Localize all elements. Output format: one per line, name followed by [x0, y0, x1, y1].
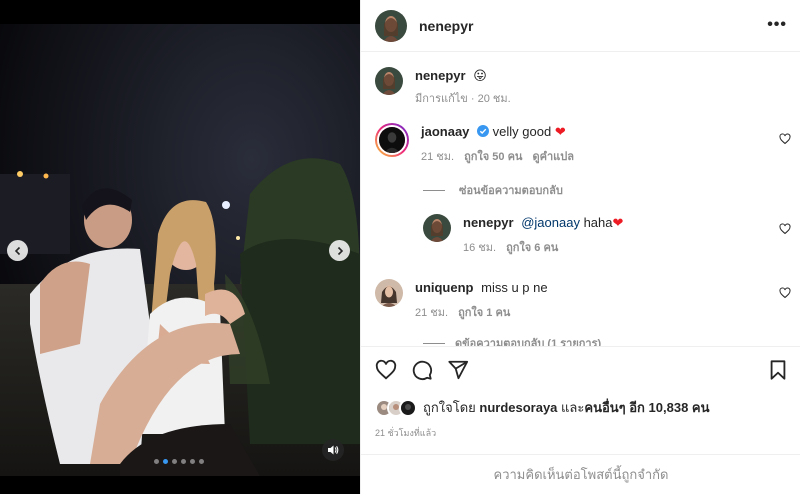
comment-likes[interactable]: ถูกใจ 50 คน: [464, 147, 522, 165]
avatar: [399, 398, 417, 417]
caption-emoji: 😛: [473, 68, 487, 83]
comment-text: velly good: [492, 124, 552, 139]
see-translation-link[interactable]: ดูคำแปล: [532, 147, 574, 165]
caption-edited-meta: มีการแก้ไข · 20 ชม.: [415, 93, 511, 105]
chevron-left-icon: [14, 246, 20, 255]
hide-replies-label: ซ่อนข้อความตอบกลับ: [459, 185, 563, 197]
carousel-dot: [190, 459, 195, 464]
speaker-icon: [328, 445, 339, 455]
liker-username[interactable]: nurdesoraya: [479, 400, 557, 415]
caption-row: nenepyr 😛 มีการแก้ไข · 20 ชม.: [375, 67, 511, 107]
likes-middle: และ: [561, 400, 585, 415]
carousel-dot: [181, 459, 186, 464]
comment-like-button[interactable]: [779, 133, 791, 145]
reply-text: haha: [583, 215, 613, 230]
post-author-username[interactable]: nenepyr: [419, 18, 473, 34]
carousel-dot: [199, 459, 204, 464]
comment-button[interactable]: [411, 359, 433, 384]
comment-username[interactable]: uniquenp: [415, 280, 474, 295]
comment-time: 21 ชม.: [415, 307, 449, 319]
save-button[interactable]: [767, 359, 789, 384]
comments-list: nenepyr 😛 มีการแก้ไข · 20 ชม. jaonaay ve…: [361, 53, 800, 346]
reply-heart-emoji: ❤: [612, 215, 624, 230]
hide-replies-button[interactable]: ซ่อนข้อความตอบกลับ: [423, 181, 563, 199]
heart-icon: [779, 223, 791, 235]
reply-likes[interactable]: ถูกใจ 6 คน: [506, 238, 558, 256]
comment-username[interactable]: jaonaay: [421, 124, 469, 139]
post-header: nenepyr •••: [361, 0, 800, 52]
more-options-button[interactable]: •••: [767, 16, 787, 34]
reply-item: nenepyr @jaonaay haha❤ 16 ชม. ถูกใจ 6 คน: [423, 214, 623, 256]
sound-toggle-button[interactable]: [322, 439, 344, 461]
carousel-next-button[interactable]: [329, 240, 350, 261]
heart-icon: [375, 359, 397, 380]
bookmark-icon: [770, 360, 786, 380]
other-likers-link[interactable]: คนอื่นๆ อีก 10,838 คน: [584, 400, 709, 415]
comments-limited-notice: ความคิดเห็นต่อโพสต์นี้ถูกจำกัด: [361, 454, 800, 494]
comment-icon: [412, 360, 433, 381]
reply-like-button[interactable]: [779, 223, 791, 235]
reply-username[interactable]: nenepyr: [463, 215, 514, 230]
divider: [423, 342, 445, 344]
carousel-prev-button[interactable]: [7, 240, 28, 261]
comment-text: miss u p ne: [481, 280, 548, 295]
view-replies-label: ดูข้อความตอบกลับ (1 รายการ): [455, 338, 602, 346]
heart-icon: [779, 287, 791, 299]
comment-heart-emoji: ❤: [554, 124, 566, 139]
reply-time: 16 ชม.: [463, 242, 497, 254]
comment-item: uniquenp miss u p ne 21 ชม. ถูกใจ 1 คน: [375, 279, 548, 321]
comment-item: jaonaay velly good ❤ 21 ชม. ถูกใจ 50 คน …: [375, 123, 574, 165]
caption-username[interactable]: nenepyr: [415, 68, 466, 83]
likes-prefix: ถูกใจโดย: [423, 400, 476, 415]
avatar[interactable]: [375, 123, 409, 157]
like-button[interactable]: [375, 359, 397, 384]
liker-avatars[interactable]: [375, 398, 417, 417]
likes-summary: ถูกใจโดย nurdesoraya และคนอื่นๆ อีก 10,8…: [375, 397, 710, 418]
post-side-panel: nenepyr ••• nenepyr 😛 มีการแก้ไข · 20 ชม…: [360, 0, 800, 494]
carousel-dots: [154, 459, 204, 464]
comment-like-button[interactable]: [779, 287, 791, 299]
carousel-dot: [172, 459, 177, 464]
more-icon: •••: [767, 16, 787, 33]
comment-time: 21 ชม.: [421, 151, 455, 163]
comment-likes[interactable]: ถูกใจ 1 คน: [458, 303, 510, 321]
avatar[interactable]: [375, 9, 407, 42]
heart-icon: [779, 133, 791, 145]
post-timestamp[interactable]: 21 ชั่วโมงที่แล้ว: [375, 426, 436, 440]
verified-icon: [477, 125, 490, 137]
avatar[interactable]: [423, 214, 451, 242]
share-button[interactable]: [447, 359, 469, 384]
avatar[interactable]: [375, 279, 403, 307]
post-actions: ถูกใจโดย nurdesoraya และคนอื่นๆ อีก 10,8…: [361, 346, 800, 454]
divider: [423, 189, 445, 191]
carousel-dot: [154, 459, 159, 464]
view-replies-button[interactable]: ดูข้อความตอบกลับ (1 รายการ): [423, 334, 601, 346]
share-icon: [448, 360, 469, 380]
reply-mention[interactable]: @jaonaay: [521, 215, 580, 230]
chevron-right-icon: [337, 246, 343, 255]
post-media: [0, 0, 360, 494]
carousel-dot: [163, 459, 168, 464]
post-photo: [0, 24, 360, 476]
avatar[interactable]: [375, 67, 403, 95]
